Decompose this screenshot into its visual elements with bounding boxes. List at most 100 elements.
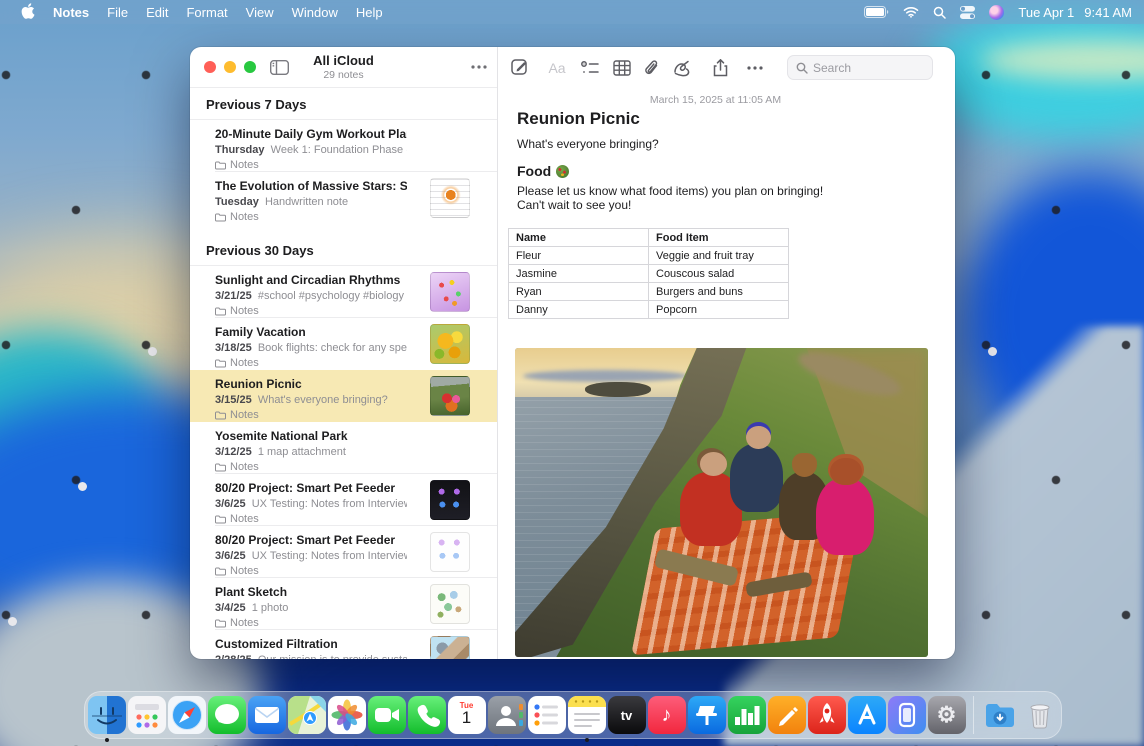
dock-contacts-icon[interactable] [488, 696, 526, 734]
folder-icon [215, 515, 226, 524]
menu-item-window[interactable]: Window [283, 5, 347, 20]
note-row-filtration[interactable]: Customized Filtration 2/28/25 Our missio… [190, 630, 497, 659]
dock-photos-icon[interactable] [328, 696, 366, 734]
dock-messages-icon[interactable] [208, 696, 246, 734]
dock-phone-icon[interactable] [408, 696, 446, 734]
menu-item-view[interactable]: View [237, 5, 283, 20]
dock-maps-icon[interactable] [288, 696, 326, 734]
picnic-photo[interactable] [515, 348, 928, 657]
zoom-button[interactable] [244, 61, 256, 73]
note-row-family-vacation[interactable]: Family Vacation 3/18/25 Book flights: ch… [190, 318, 497, 370]
dock-notes-icon[interactable] [568, 696, 606, 734]
new-note-icon[interactable] [509, 58, 531, 78]
search-icon[interactable] [933, 6, 946, 19]
markup-icon[interactable] [671, 58, 693, 78]
note-row-massive-stars[interactable]: The Evolution of Massive Stars: Supern… … [190, 172, 497, 224]
note-row-reunion-picnic-selected[interactable]: Reunion Picnic 3/15/25 What's everyone b… [190, 370, 497, 422]
siri-icon[interactable] [989, 5, 1004, 20]
table-header-food: Food Item [649, 229, 789, 247]
dock-system-settings-icon[interactable]: ⚙ [928, 696, 966, 734]
folder-icon [215, 213, 226, 222]
control-center-icon[interactable] [960, 6, 975, 19]
note-row-pet-feeder-1[interactable]: 80/20 Project: Smart Pet Feeder 3/6/25 U… [190, 474, 497, 526]
toggle-sidebar-icon[interactable] [270, 60, 289, 75]
dock: Tue 1 tv ♪ [84, 691, 1062, 739]
dock-apple-tv-icon[interactable]: tv [608, 696, 646, 734]
battery-icon[interactable] [864, 6, 889, 18]
dock-safari-icon[interactable] [168, 696, 206, 734]
format-button[interactable]: Aa [546, 58, 568, 78]
checklist-icon[interactable] [579, 58, 601, 78]
note-title: Reunion Picnic [517, 109, 640, 129]
menu-item-help[interactable]: Help [347, 5, 392, 20]
note-row-pet-feeder-2[interactable]: 80/20 Project: Smart Pet Feeder 3/6/25 U… [190, 526, 497, 578]
dock-mail-icon[interactable] [248, 696, 286, 734]
search-icon [796, 62, 808, 74]
folder-icon [215, 161, 226, 170]
menu-item-notes[interactable]: Notes [44, 5, 98, 20]
note-row-yosemite[interactable]: Yosemite National Park 3/12/25 1 map att… [190, 422, 497, 474]
photo-far-hills [523, 370, 688, 382]
notes-toolbar: Aa [498, 47, 955, 88]
note-body-line1: Please let us know what food items) you … [517, 184, 823, 198]
attach-icon[interactable] [641, 58, 663, 78]
dock-finder-icon[interactable] [88, 696, 126, 734]
note-row-gym-workout[interactable]: 20-Minute Daily Gym Workout Plan for One… [190, 120, 497, 172]
dock-rocket-icon[interactable] [808, 696, 846, 734]
share-icon[interactable] [709, 58, 731, 78]
tv-label: tv [608, 696, 646, 734]
dock-app-store-icon[interactable] [848, 696, 886, 734]
dock-facetime-icon[interactable] [368, 696, 406, 734]
dock-iphone-mirroring-icon[interactable] [888, 696, 926, 734]
menu-item-format[interactable]: Format [177, 5, 236, 20]
menu-item-file[interactable]: File [98, 5, 137, 20]
note-thumbnail-plants [430, 584, 470, 624]
close-button[interactable] [204, 61, 216, 73]
dock-numbers-icon[interactable] [728, 696, 766, 734]
notes-window: All iCloud 29 notes Previous 7 Days 20-M… [190, 47, 955, 659]
menubar-time: 9:41 AM [1084, 5, 1132, 20]
note-content-pane: Aa [498, 47, 955, 659]
dock-calendar-icon[interactable]: Tue 1 [448, 696, 486, 734]
food-table[interactable]: Name Food Item FleurVeggie and fruit tra… [508, 228, 789, 319]
folder-icon [215, 411, 226, 420]
more-options-icon[interactable] [471, 65, 487, 69]
menubar-clock[interactable]: Tue Apr 1 9:41 AM [1018, 5, 1132, 20]
note-row-circadian[interactable]: Sunlight and Circadian Rhythms 3/21/25 #… [190, 266, 497, 318]
note-thumbnail-lemons [430, 324, 470, 364]
dock-music-icon[interactable]: ♪ [648, 696, 686, 734]
food-heading: Food [517, 163, 569, 179]
minimize-button[interactable] [224, 61, 236, 73]
folder-icon [215, 463, 226, 472]
more-icon[interactable] [744, 58, 766, 78]
table-row: FleurVeggie and fruit tray [509, 247, 789, 265]
note-thumbnail-picnic [430, 376, 470, 416]
note-thumbnail-filter [430, 636, 470, 659]
note-row-plant-sketch[interactable]: Plant Sketch 3/4/25 1 photo Notes [190, 578, 497, 630]
photo-person-pink-jacket [816, 478, 874, 555]
folder-icon [215, 567, 226, 576]
dock-downloads-icon[interactable] [981, 696, 1019, 734]
search-field[interactable]: Search [787, 55, 933, 80]
dock-trash-icon[interactable] [1021, 696, 1059, 734]
wifi-icon[interactable] [903, 6, 919, 18]
section-header: Previous 30 Days [190, 234, 497, 266]
note-intro: What's everyone bringing? [517, 137, 659, 151]
wallpaper-dot [8, 617, 17, 626]
salad-emoji [556, 165, 569, 178]
note-body-line2: Can't wait to see you! [517, 198, 631, 212]
apple-menu-icon[interactable] [12, 3, 44, 22]
notes-list[interactable]: Previous 7 Days 20-Minute Daily Gym Work… [190, 88, 497, 659]
dock-keynote-icon[interactable] [688, 696, 726, 734]
dock-reminders-icon[interactable] [528, 696, 566, 734]
dock-pages-icon[interactable] [768, 696, 806, 734]
photo-person-navy-jacket [730, 444, 784, 512]
window-controls [204, 61, 256, 73]
menu-item-edit[interactable]: Edit [137, 5, 177, 20]
search-placeholder: Search [813, 61, 851, 75]
desktop: Notes File Edit Format View Window Help … [0, 0, 1144, 746]
menubar-date: Tue Apr 1 [1018, 5, 1074, 20]
table-icon[interactable] [611, 58, 633, 78]
wallpaper-dot [988, 347, 997, 356]
dock-launchpad-icon[interactable] [128, 696, 166, 734]
